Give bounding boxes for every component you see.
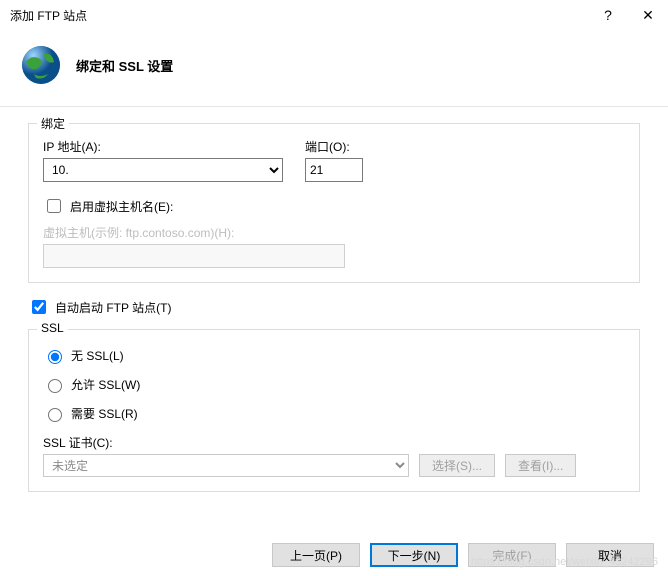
enable-vhost-label: 启用虚拟主机名(E): bbox=[70, 198, 173, 215]
close-icon[interactable]: ✕ bbox=[628, 0, 668, 30]
ssl-none-label: 无 SSL(L) bbox=[71, 347, 124, 364]
prev-button[interactable]: 上一页(P) bbox=[272, 543, 360, 567]
port-input[interactable] bbox=[305, 158, 363, 182]
port-label: 端口(O): bbox=[305, 138, 363, 155]
globe-icon bbox=[20, 44, 62, 86]
ssl-cert-select[interactable]: 未选定 bbox=[43, 454, 409, 477]
dialog-title: 添加 FTP 站点 bbox=[10, 7, 588, 24]
ssl-allow-label: 允许 SSL(W) bbox=[71, 376, 140, 393]
ssl-none-radio[interactable] bbox=[48, 350, 62, 364]
autostart-checkbox[interactable] bbox=[32, 300, 46, 314]
cancel-button[interactable]: 取消 bbox=[566, 543, 654, 567]
ssl-require-label: 需要 SSL(R) bbox=[71, 405, 138, 422]
vhost-label: 虚拟主机(示例: ftp.contoso.com)(H): bbox=[43, 224, 625, 241]
ssl-view-button: 查看(I)... bbox=[505, 454, 576, 477]
binding-group: 绑定 IP 地址(A): 10. 端口(O): 启用虚拟主机名(E): 虚拟主机… bbox=[28, 123, 640, 283]
ssl-cert-label: SSL 证书(C): bbox=[43, 434, 625, 451]
vhost-input bbox=[43, 244, 345, 268]
next-button[interactable]: 下一步(N) bbox=[370, 543, 458, 567]
ip-select[interactable]: 10. bbox=[43, 158, 283, 182]
ssl-legend: SSL bbox=[37, 321, 68, 335]
finish-button: 完成(F) bbox=[468, 543, 556, 567]
ssl-group: SSL 无 SSL(L) 允许 SSL(W) 需要 SSL(R) SSL 证书(… bbox=[28, 329, 640, 492]
ssl-require-radio[interactable] bbox=[48, 408, 62, 422]
ssl-select-button: 选择(S)... bbox=[419, 454, 495, 477]
ip-label: IP 地址(A): bbox=[43, 138, 283, 155]
binding-legend: 绑定 bbox=[37, 115, 69, 132]
help-icon[interactable]: ? bbox=[588, 0, 628, 30]
enable-vhost-checkbox[interactable] bbox=[47, 199, 61, 213]
page-title: 绑定和 SSL 设置 bbox=[76, 56, 173, 75]
autostart-label: 自动启动 FTP 站点(T) bbox=[55, 299, 171, 316]
ssl-allow-radio[interactable] bbox=[48, 379, 62, 393]
